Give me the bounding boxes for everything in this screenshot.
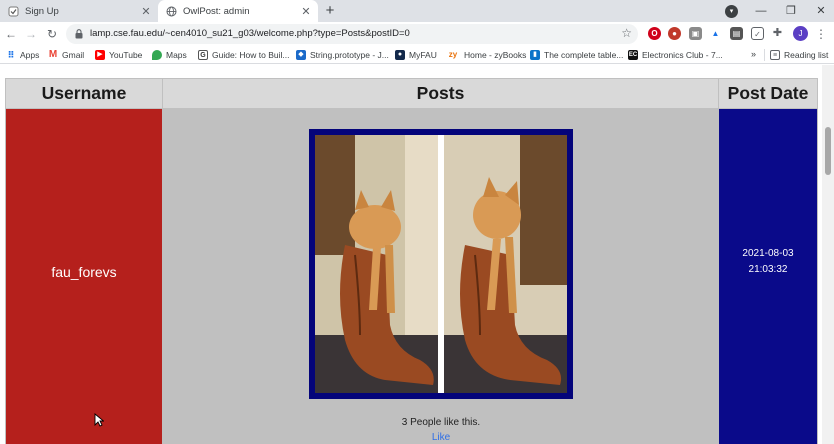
bookmark-guide[interactable]: G Guide: How to Buil...: [198, 49, 289, 61]
bookmark-label: Electronics Club - 7...: [642, 50, 723, 60]
tab-owlpost-admin[interactable]: OwlPost: admin ✕: [158, 0, 318, 22]
bookmark-label: Guide: How to Buil...: [212, 50, 290, 60]
new-tab-plus-icon[interactable]: +: [322, 3, 338, 19]
bookmark-maps[interactable]: Maps: [152, 49, 187, 61]
sign-up-favicon-icon: [8, 6, 19, 17]
like-link[interactable]: Like: [163, 432, 719, 443]
mouse-cursor-icon: [94, 413, 104, 427]
reload-icon[interactable]: ↻: [44, 26, 60, 42]
bookmark-label: Home - zyBooks: [464, 50, 527, 60]
posts-column-header: Posts: [162, 78, 719, 109]
forward-arrow-icon[interactable]: →: [23, 26, 39, 42]
posts-table: Username Posts Post Date fau_forevs 3 Pe…: [5, 78, 818, 444]
browser-toolbar: ← → ↻ lamp.cse.fau.edu/~cen4010_su21_g03…: [0, 22, 834, 46]
bookmark-youtube[interactable]: ▶ YouTube: [95, 49, 142, 61]
likes-count-text: 3 People like this.: [401, 417, 481, 428]
bookmark-label: String.prototype - J...: [310, 50, 389, 60]
bookmark-label: YouTube: [109, 50, 143, 60]
username-cell: fau_forevs: [5, 108, 163, 444]
bookmark-string-prototype[interactable]: ◆ String.prototype - J...: [296, 49, 389, 61]
address-bar[interactable]: lamp.cse.fau.edu/~cen4010_su21_g03/welco…: [66, 24, 638, 44]
table-header-row: Username Posts Post Date: [5, 78, 818, 109]
post-cell: 3 People like this. Like: [162, 108, 719, 444]
myfau-icon: ●: [395, 50, 405, 60]
minimize-icon[interactable]: —: [746, 0, 776, 22]
post-date-column-header: Post Date: [718, 78, 818, 109]
username-column-header: Username: [5, 78, 163, 109]
bookmark-label: Gmail: [62, 50, 85, 60]
bookmark-label: The complete table...: [544, 50, 624, 60]
back-arrow-icon[interactable]: ←: [3, 26, 19, 42]
lock-icon: [75, 29, 83, 39]
reading-list-button[interactable]: ≡ Reading list: [770, 49, 828, 61]
bookmark-apps[interactable]: ⠿ Apps: [6, 49, 39, 61]
reading-list-icon: ≡: [770, 50, 780, 60]
page-viewport: Username Posts Post Date fau_forevs 3 Pe…: [0, 65, 834, 444]
post-date-cell: 2021-08-03 21:03:32: [718, 108, 818, 444]
tab-search-chevron-icon[interactable]: ▾: [725, 5, 738, 18]
screen-capture-extension-icon[interactable]: ▣: [689, 27, 702, 40]
guide-icon: G: [198, 50, 208, 60]
bookmark-complete-table[interactable]: ▮ The complete table...: [530, 49, 623, 61]
tab-close-icon[interactable]: ✕: [299, 5, 313, 18]
youtube-icon: ▶: [95, 50, 105, 60]
reading-list-label: Reading list: [784, 50, 829, 60]
profile-avatar[interactable]: J: [793, 26, 808, 41]
table-row: fau_forevs 3 People like this. Like 2021…: [5, 108, 818, 444]
bookmarks-bar: ⠿ Apps M Gmail ▶ YouTube Maps G Guide: H…: [0, 46, 834, 64]
url-text: lamp.cse.fau.edu/~cen4010_su21_g03/welco…: [90, 28, 410, 39]
bookmark-gmail[interactable]: M Gmail: [48, 49, 84, 61]
google-drive-icon[interactable]: ▲: [709, 27, 722, 40]
restore-window-icon[interactable]: ❐: [776, 0, 806, 22]
tab-title: OwlPost: admin: [183, 5, 250, 17]
globe-icon: [166, 6, 177, 17]
scrollbar-thumb[interactable]: [825, 127, 831, 175]
bookmark-star-icon[interactable]: ☆: [621, 26, 632, 40]
browser-tab-strip: Sign Up ✕ OwlPost: admin ✕ + ▾ — ❐ ✕: [0, 0, 834, 22]
media-extension-icon[interactable]: ▤: [730, 27, 743, 40]
close-window-icon[interactable]: ✕: [806, 0, 834, 22]
bookmark-label: Apps: [20, 50, 40, 60]
bookmark-electronics-club[interactable]: EC Electronics Club - 7...: [628, 49, 723, 61]
maps-icon: [152, 50, 162, 60]
bookmark-page-icon: ▮: [530, 50, 540, 60]
zybooks-icon: zy: [446, 50, 460, 60]
cat-in-boot-photo: [315, 135, 567, 393]
post-time-text: 21:03:32: [748, 264, 788, 275]
extensions-puzzle-icon[interactable]: ✚: [771, 27, 784, 40]
tab-close-icon[interactable]: ✕: [139, 5, 153, 18]
bookmarks-overflow-chevron[interactable]: »: [751, 49, 756, 59]
adblock-extension-icon[interactable]: ●: [668, 27, 681, 40]
bookmark-zybooks[interactable]: zy Home - zyBooks: [446, 49, 526, 61]
post-date-text: 2021-08-03: [742, 248, 794, 259]
electronics-club-icon: EC: [628, 50, 638, 60]
bookmarks-divider: [764, 49, 765, 61]
browser-menu-kebab-icon[interactable]: ⋮: [815, 26, 827, 42]
bookmark-label: MyFAU: [409, 50, 437, 60]
mdn-icon: ◆: [296, 50, 306, 60]
post-image[interactable]: [309, 129, 573, 399]
bookmark-label: Maps: [166, 50, 187, 60]
tab-title: Sign Up: [25, 5, 59, 17]
page-scrollbar[interactable]: [822, 65, 834, 444]
gmail-icon: M: [48, 49, 58, 60]
apps-grid-icon: ⠿: [7, 50, 15, 60]
shield-icon[interactable]: ✓: [751, 27, 764, 40]
tab-sign-up[interactable]: Sign Up ✕: [0, 0, 158, 22]
opera-extension-icon[interactable]: O: [648, 27, 661, 40]
bookmark-myfau[interactable]: ● MyFAU: [395, 49, 437, 61]
